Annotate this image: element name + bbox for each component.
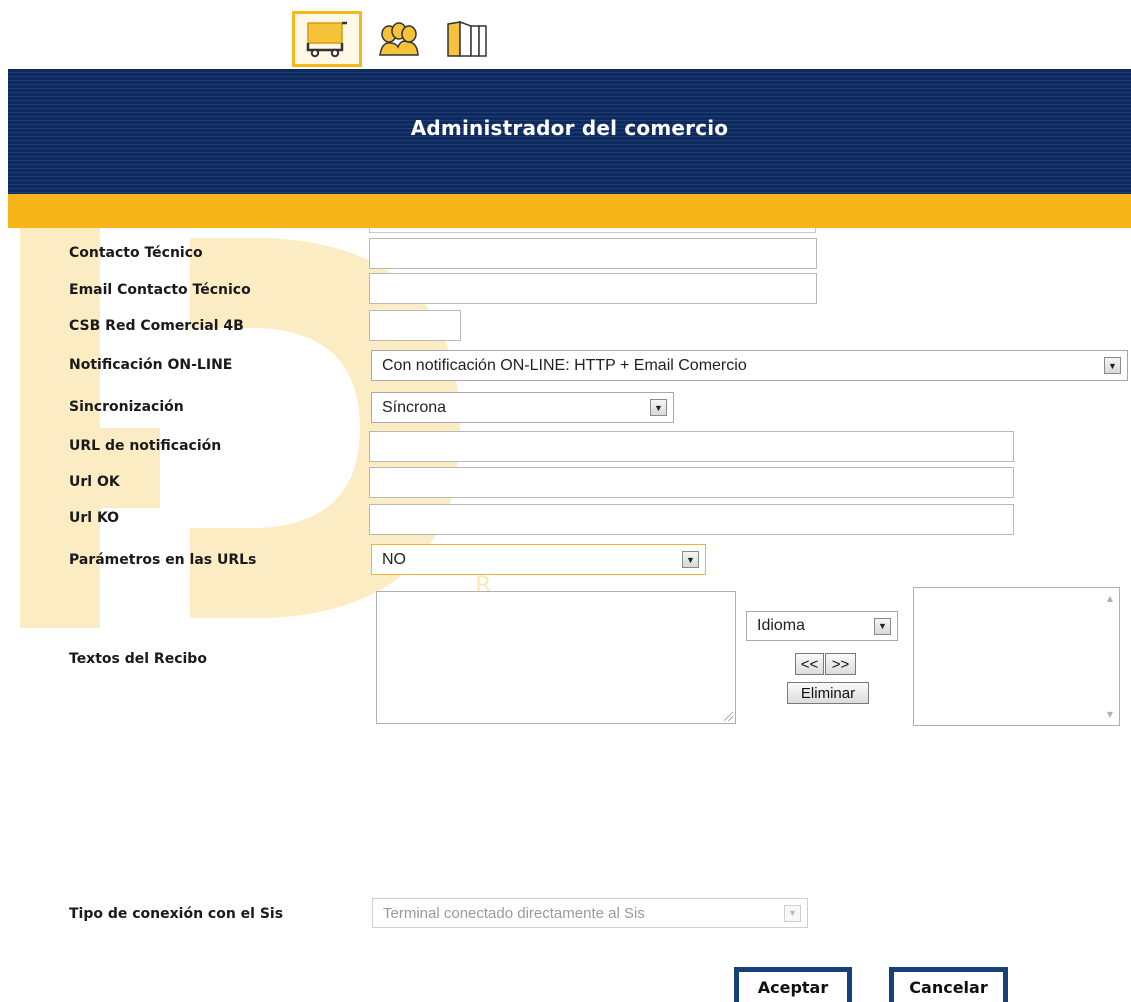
url-ok-label: Url OK bbox=[69, 474, 120, 490]
url-notificacion-label: URL de notificación bbox=[69, 438, 222, 454]
url-ko-label: Url KO bbox=[69, 510, 120, 526]
previous-language-button[interactable]: << bbox=[795, 653, 824, 675]
sincronizacion-label: Sincronización bbox=[69, 399, 184, 415]
sincronizacion-value: Síncrona bbox=[382, 398, 447, 416]
contacto-tecnico-input[interactable] bbox=[369, 238, 817, 269]
chevron-down-icon[interactable]: ▼ bbox=[874, 617, 891, 635]
scroll-up-icon[interactable]: ▲ bbox=[1107, 594, 1113, 603]
idioma-select[interactable]: Idioma ▼ bbox=[746, 611, 898, 641]
page-header: Administrador del comercio bbox=[8, 69, 1131, 194]
contacto-tecnico-label: Contacto Técnico bbox=[69, 245, 203, 261]
chevron-down-icon: ▼ bbox=[784, 904, 801, 922]
scroll-down-icon[interactable]: ▼ bbox=[1107, 710, 1113, 719]
notificacion-online-label: Notificación ON-LINE bbox=[69, 357, 233, 373]
aceptar-button[interactable]: Aceptar bbox=[734, 967, 852, 1002]
chevron-down-icon[interactable]: ▼ bbox=[650, 399, 667, 416]
tipo-conexion-value: Terminal conectado directamente al Sis bbox=[383, 904, 645, 922]
chevron-down-icon[interactable]: ▼ bbox=[1104, 357, 1121, 374]
previous-field-edge bbox=[369, 228, 816, 233]
chevron-down-icon[interactable]: ▼ bbox=[682, 551, 699, 568]
cancelar-button[interactable]: Cancelar bbox=[889, 967, 1008, 1002]
textos-recibo-label: Textos del Recibo bbox=[69, 651, 207, 667]
tipo-conexion-select: Terminal conectado directamente al Sis ▼ bbox=[372, 898, 808, 928]
sincronizacion-select[interactable]: Síncrona ▼ bbox=[371, 392, 674, 423]
parametros-urls-label: Parámetros en las URLs bbox=[69, 552, 257, 568]
resize-grip-icon[interactable] bbox=[724, 712, 733, 721]
parametros-urls-select[interactable]: NO ▼ bbox=[371, 544, 706, 575]
email-contacto-tecnico-input[interactable] bbox=[369, 273, 817, 304]
tipo-conexion-label: Tipo de conexión con el Sis bbox=[69, 906, 284, 922]
eliminar-button[interactable]: Eliminar bbox=[787, 682, 869, 704]
idioma-value: Idioma bbox=[757, 617, 806, 634]
notificacion-online-select[interactable]: Con notificación ON-LINE: HTTP + Email C… bbox=[371, 350, 1128, 381]
icon-toolbar bbox=[292, 10, 498, 68]
shopping-cart-icon[interactable] bbox=[292, 11, 362, 67]
next-language-button[interactable]: >> bbox=[825, 653, 856, 675]
csb-red-comercial-input[interactable] bbox=[369, 310, 461, 341]
email-contacto-tecnico-label: Email Contacto Técnico bbox=[69, 282, 251, 298]
url-notificacion-input[interactable] bbox=[369, 431, 1014, 462]
page: Administrador del comercio R Contacto Té… bbox=[0, 0, 1131, 1002]
url-ko-input[interactable] bbox=[369, 504, 1014, 535]
url-ok-input[interactable] bbox=[369, 467, 1014, 498]
textos-recibo-listbox[interactable]: ▲ ▼ bbox=[913, 587, 1120, 726]
header-accent-band bbox=[8, 194, 1131, 228]
parametros-urls-value: NO bbox=[382, 550, 406, 568]
textos-recibo-textarea[interactable] bbox=[376, 591, 736, 724]
notificacion-online-value: Con notificación ON-LINE: HTTP + Email C… bbox=[382, 356, 747, 374]
page-title: Administrador del comercio bbox=[410, 116, 729, 140]
csb-red-comercial-label: CSB Red Comercial 4B bbox=[69, 318, 244, 334]
book-icon[interactable] bbox=[436, 13, 498, 65]
users-icon[interactable] bbox=[368, 13, 430, 65]
